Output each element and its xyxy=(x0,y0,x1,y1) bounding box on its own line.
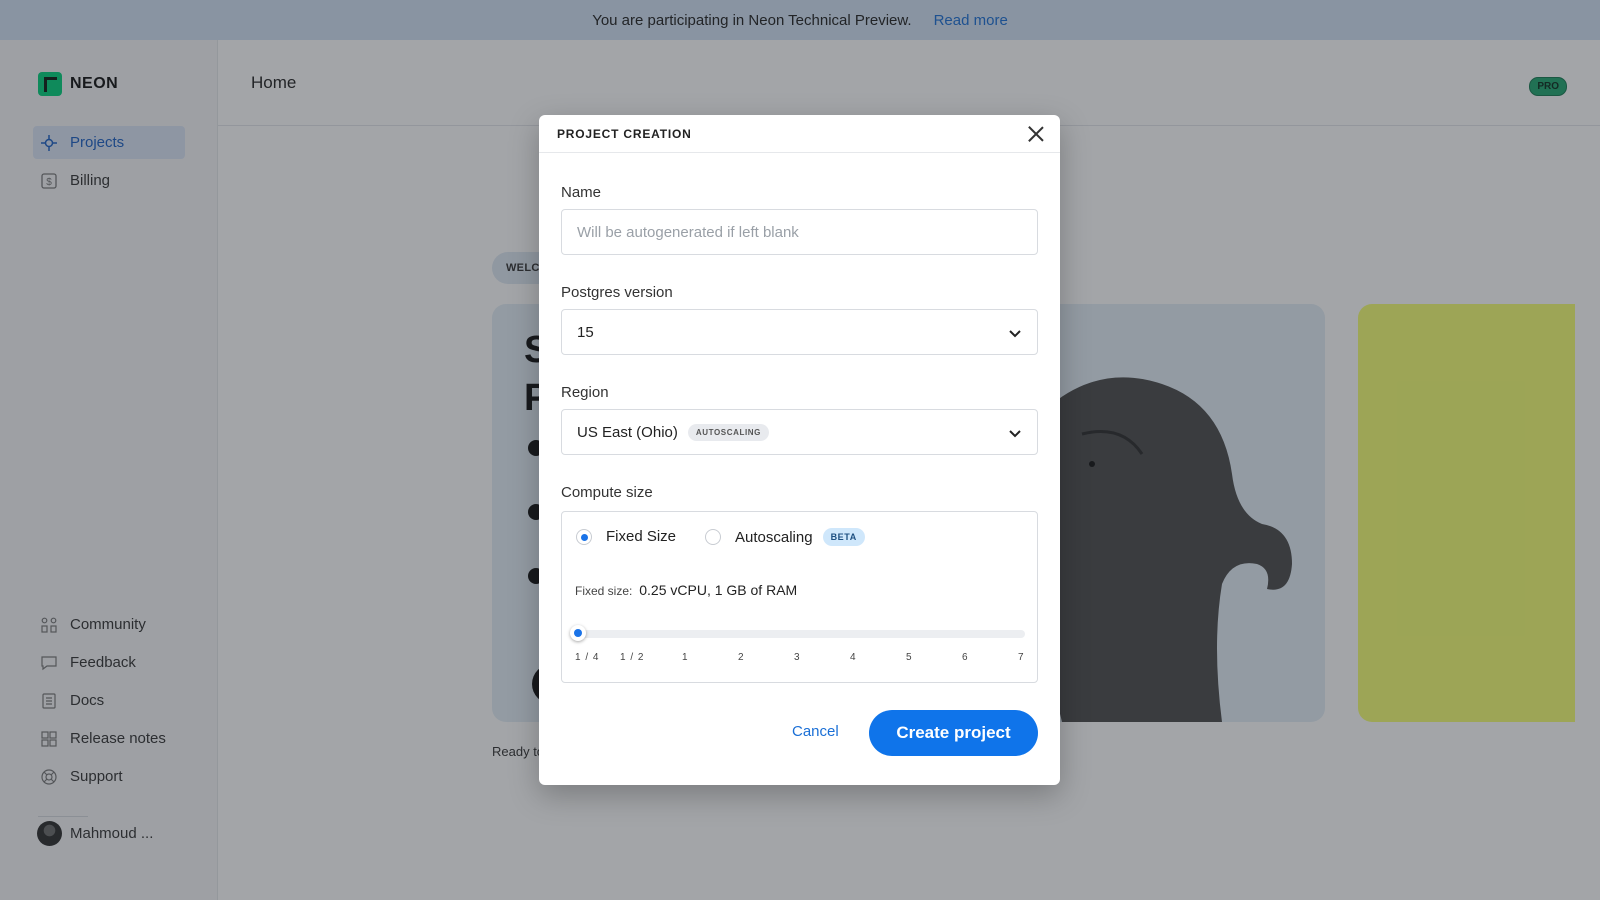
region-label: Region xyxy=(561,384,609,401)
compute-size-slider-track[interactable] xyxy=(575,630,1025,638)
close-icon[interactable] xyxy=(1026,124,1046,144)
autoscaling-radio[interactable] xyxy=(705,529,721,545)
create-project-button[interactable]: Create project xyxy=(869,710,1038,756)
modal-header: PROJECT CREATION xyxy=(539,115,1060,153)
fixed-size-summary: Fixed size: 0.25 vCPU, 1 GB of RAM xyxy=(575,582,797,598)
slider-tick: 1 / 4 xyxy=(575,652,600,663)
slider-tick: 3 xyxy=(794,652,801,663)
chevron-down-icon xyxy=(1009,430,1021,438)
slider-tick: 6 xyxy=(962,652,969,663)
compute-size-panel: Fixed Size Autoscaling BETA Fixed size: … xyxy=(561,511,1038,683)
region-value: US East (Ohio) xyxy=(577,423,678,441)
autoscaling-tag: AUTOSCALING xyxy=(687,423,769,441)
slider-tick: 1 xyxy=(682,652,689,663)
slider-tick: 5 xyxy=(906,652,913,663)
beta-tag: BETA xyxy=(822,528,865,546)
fixed-size-value: 0.25 vCPU, 1 GB of RAM xyxy=(639,582,798,598)
slider-tick: 7 xyxy=(1018,652,1025,663)
postgres-version-value: 15 xyxy=(577,323,594,341)
region-select[interactable]: US East (Ohio) AUTOSCALING xyxy=(561,409,1038,455)
name-label: Name xyxy=(561,184,602,201)
fixed-size-prefix: Fixed size: xyxy=(575,584,633,598)
chevron-down-icon xyxy=(1009,330,1021,338)
slider-tick: 4 xyxy=(850,652,857,663)
compute-size-label: Compute size xyxy=(561,484,653,501)
fixed-size-option[interactable]: Fixed Size xyxy=(576,528,676,545)
modal-title: PROJECT CREATION xyxy=(557,126,692,141)
autoscaling-label: Autoscaling xyxy=(735,528,813,546)
cancel-button[interactable]: Cancel xyxy=(792,723,839,740)
slider-tick: 1 / 2 xyxy=(620,652,645,663)
project-creation-modal: PROJECT CREATION Name Postgres version 1… xyxy=(539,115,1060,785)
autoscaling-option[interactable]: Autoscaling BETA xyxy=(705,528,865,546)
name-input[interactable] xyxy=(561,209,1038,255)
fixed-size-radio[interactable] xyxy=(576,528,592,545)
postgres-version-label: Postgres version xyxy=(561,284,673,301)
slider-ticks: 1 / 4 1 / 2 1 2 3 4 5 6 7 xyxy=(562,652,1039,666)
postgres-version-select[interactable]: 15 xyxy=(561,309,1038,355)
fixed-size-label: Fixed Size xyxy=(606,528,677,545)
compute-size-slider-handle[interactable] xyxy=(570,625,586,641)
slider-tick: 2 xyxy=(738,652,745,663)
